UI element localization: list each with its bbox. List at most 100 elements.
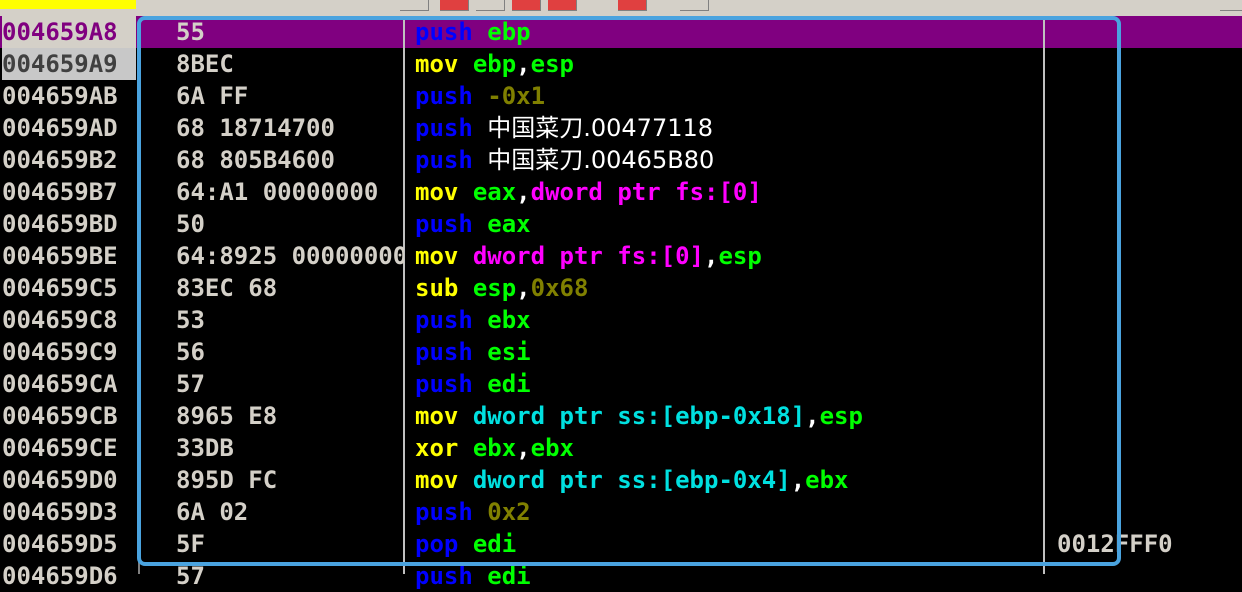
row-comment xyxy=(1057,272,1237,304)
row-address: 004659AB xyxy=(2,82,118,110)
disasm-row[interactable]: 004659C8 53 push ebx xyxy=(0,304,1242,336)
row-hex-bytes: 83EC 68 xyxy=(176,274,278,302)
instruction-token: push xyxy=(415,370,473,398)
instruction-token: edi xyxy=(487,562,531,590)
disasm-row[interactable]: 004659C5 83EC 68 sub esp,0x68 xyxy=(0,272,1242,304)
instruction-token: push xyxy=(415,498,473,526)
disasm-row[interactable]: 004659BE 64:8925 00000000 mov dword ptr fs… xyxy=(0,240,1242,272)
row-comment xyxy=(1057,80,1237,112)
row-instruction: push edi xyxy=(415,368,1043,400)
instruction-token xyxy=(458,178,472,206)
row-hex-bytes: 68 805B4600 xyxy=(176,146,335,174)
instruction-token: dword ptr ss:[ebp-0x4] xyxy=(472,466,791,494)
row-address: 004659A9 xyxy=(2,48,136,80)
instruction-token: push xyxy=(415,338,473,366)
row-comment xyxy=(1057,48,1237,80)
row-instruction: xor ebx,ebx xyxy=(415,432,1043,464)
disasm-row[interactable]: 004659CA 57 push edi xyxy=(0,368,1242,400)
instruction-token xyxy=(458,50,472,78)
instruction-token: push xyxy=(415,306,473,334)
instruction-token: push xyxy=(415,562,473,590)
disasm-row[interactable]: 004659D5 5F pop edi 0012FFF0 xyxy=(0,528,1242,560)
instruction-token: esi xyxy=(487,338,531,366)
row-address: 004659B7 xyxy=(2,178,118,206)
instruction-token: eax xyxy=(472,178,517,206)
row-hex-bytes: 57 xyxy=(176,562,205,590)
disasm-row[interactable]: 004659AB 6A FF push -0x1 xyxy=(0,80,1242,112)
row-address: 004659C9 xyxy=(2,338,118,366)
instruction-token xyxy=(458,274,472,302)
row-address: 004659D0 xyxy=(2,466,118,494)
row-comment xyxy=(1057,176,1237,208)
disasm-row[interactable]: 004659D0 895D FC mov dword ptr ss:[ebp-0x4… xyxy=(0,464,1242,496)
disasm-row[interactable]: 004659A9 8BEC mov ebp,esp xyxy=(0,48,1242,80)
instruction-token: ebp xyxy=(472,50,517,78)
instruction-token: dword ptr fs:[0] xyxy=(472,242,704,270)
row-comment xyxy=(1057,304,1237,336)
instruction-token: sub xyxy=(415,274,459,302)
row-comment: 0012FFF0 xyxy=(1057,530,1173,558)
row-comment xyxy=(1057,336,1237,368)
row-address: 004659CE xyxy=(2,434,118,462)
instruction-token: esp xyxy=(718,242,762,270)
toolbar-button[interactable] xyxy=(1220,0,1242,11)
row-instruction: pop edi xyxy=(415,528,1043,560)
toolbar-button[interactable] xyxy=(548,0,577,11)
row-instruction: push edi xyxy=(415,560,1043,592)
row-instruction: push 中国菜刀.00477118 xyxy=(415,112,1043,144)
row-hex-bytes: 8965 E8 xyxy=(176,402,278,430)
disasm-row[interactable]: 004659D6 57 push edi xyxy=(0,560,1242,592)
disasm-row[interactable]: 004659CE 33DB xor ebx,ebx xyxy=(0,432,1242,464)
row-instruction: sub esp,0x68 xyxy=(415,272,1043,304)
instruction-token: mov xyxy=(415,242,459,270)
row-comment xyxy=(1057,400,1237,432)
row-address: 004659BD xyxy=(2,210,118,238)
toolbar-button[interactable] xyxy=(476,0,505,11)
instruction-token: -0x1 xyxy=(487,82,546,110)
disasm-row[interactable]: 004659B7 64:A1 00000000 mov eax,dword ptr … xyxy=(0,176,1242,208)
row-comment xyxy=(1057,560,1237,592)
instruction-token: mov xyxy=(415,50,459,78)
disasm-row[interactable]: 004659AD 68 18714700 push 中国菜刀.00477118 xyxy=(0,112,1242,144)
disasm-row[interactable]: 004659D3 6A 02 push 0x2 xyxy=(0,496,1242,528)
disasm-row[interactable]: 004659C9 56 push esi xyxy=(0,336,1242,368)
toolbar-button[interactable] xyxy=(512,0,541,11)
row-hex-bytes: 6A FF xyxy=(176,82,249,110)
row-hex-bytes: 6A 02 xyxy=(176,498,249,526)
row-instruction: push 0x2 xyxy=(415,496,1043,528)
row-comment xyxy=(1057,432,1237,464)
disasm-row[interactable]: 004659B2 68 805B4600 push 中国菜刀.00465B80 xyxy=(0,144,1242,176)
instruction-token xyxy=(458,530,472,558)
row-hex-bytes: 64:8925 00000000 xyxy=(176,242,404,270)
instruction-token: xor xyxy=(415,434,459,462)
instruction-token xyxy=(458,402,472,430)
row-hex-bytes: 5F xyxy=(176,530,205,558)
instruction-token xyxy=(473,562,487,590)
row-hex-bytes: 895D FC xyxy=(176,466,278,494)
row-hex-bytes: 56 xyxy=(176,338,205,366)
instruction-token: ebx xyxy=(487,306,531,334)
instruction-token: push xyxy=(415,18,473,46)
instruction-token xyxy=(473,210,487,238)
disasm-row[interactable]: 004659BD 50 push eax xyxy=(0,208,1242,240)
instruction-token xyxy=(473,146,487,174)
instruction-token: push xyxy=(415,82,473,110)
row-instruction: push ebx xyxy=(415,304,1043,336)
instruction-token xyxy=(473,306,487,334)
disasm-row[interactable]: 004659A8 55 push ebp xyxy=(0,16,1242,48)
row-comment xyxy=(1057,240,1237,272)
row-instruction: mov dword ptr ss:[ebp-0x18],esp xyxy=(415,400,1043,432)
toolbar-button[interactable] xyxy=(440,0,469,11)
row-comment xyxy=(1057,368,1237,400)
instruction-token: push xyxy=(415,114,473,142)
toolbar-button[interactable] xyxy=(680,0,709,11)
disasm-row[interactable]: 004659CB 8965 E8 mov dword ptr ss:[ebp-0x1… xyxy=(0,400,1242,432)
row-instruction: push esi xyxy=(415,336,1043,368)
row-hex-bytes: 50 xyxy=(176,210,205,238)
row-address: 004659D6 xyxy=(2,562,118,590)
instruction-token: ebx xyxy=(472,434,517,462)
toolbar-button[interactable] xyxy=(618,0,647,11)
instruction-token: mov xyxy=(415,402,459,430)
toolbar-button[interactable] xyxy=(400,0,429,11)
instruction-token: , xyxy=(516,50,531,78)
